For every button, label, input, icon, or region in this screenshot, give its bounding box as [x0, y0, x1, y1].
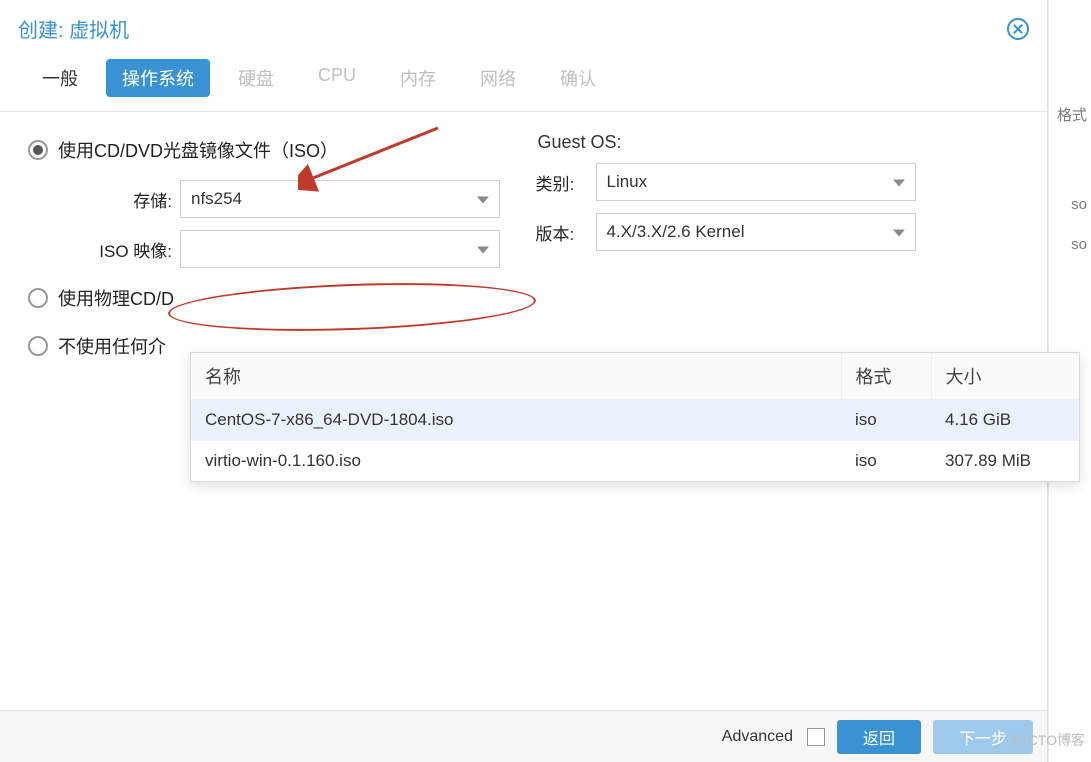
bg-text: 格式	[1057, 104, 1087, 125]
dialog-footer: Advanced 返回 下一步	[0, 710, 1047, 762]
iso-field-row: ISO 映像:	[28, 230, 512, 268]
dialog-header: 创建: 虚拟机	[0, 0, 1047, 53]
radio-use-none-label: 不使用任何介	[58, 333, 166, 359]
advanced-checkbox[interactable]	[807, 728, 825, 746]
radio-use-physical-row[interactable]: 使用物理CD/D	[28, 280, 512, 316]
iso-option-row[interactable]: virtio-win-0.1.160.iso iso 307.89 MiB	[191, 441, 1079, 482]
radio-icon[interactable]	[28, 336, 48, 356]
iso-dropdown-table: 名称 格式 大小 CentOS-7-x86_64-DVD-1804.iso is…	[191, 353, 1079, 481]
col-size: 大小	[931, 353, 1079, 400]
create-vm-dialog: 创建: 虚拟机 一般 操作系统 硬盘 CPU 内存 网络 确认 使用CD/DVD…	[0, 0, 1048, 762]
radio-icon[interactable]	[28, 140, 48, 160]
tab-memory[interactable]: 内存	[384, 59, 452, 97]
guest-version-value: 4.X/3.X/2.6 Kernel	[607, 222, 745, 242]
guest-type-value: Linux	[607, 172, 648, 192]
iso-option-name: virtio-win-0.1.160.iso	[191, 441, 841, 482]
guest-type-label: 类别:	[536, 170, 596, 195]
dialog-title: 创建: 虚拟机	[18, 14, 129, 43]
guest-version-combo[interactable]: 4.X/3.X/2.6 Kernel	[596, 213, 916, 251]
radio-use-iso-row[interactable]: 使用CD/DVD光盘镜像文件（ISO）	[28, 132, 512, 168]
chevron-down-icon	[893, 230, 905, 237]
tab-os[interactable]: 操作系统	[106, 59, 210, 97]
guest-type-combo[interactable]: Linux	[596, 163, 916, 201]
chevron-down-icon	[477, 247, 489, 254]
iso-combo[interactable]	[180, 230, 500, 268]
iso-label: ISO 映像:	[28, 237, 180, 262]
tab-general[interactable]: 一般	[26, 59, 94, 97]
wizard-tabs: 一般 操作系统 硬盘 CPU 内存 网络 确认	[0, 53, 1047, 112]
guest-version-label: 版本:	[536, 220, 596, 245]
radio-use-iso-label: 使用CD/DVD光盘镜像文件（ISO）	[58, 137, 338, 163]
close-icon[interactable]	[1007, 18, 1029, 40]
iso-option-size: 4.16 GiB	[931, 400, 1079, 441]
tab-network[interactable]: 网络	[464, 59, 532, 97]
col-name: 名称	[191, 353, 841, 400]
bg-text: so	[1071, 196, 1087, 213]
iso-option-format: iso	[841, 400, 931, 441]
storage-field-row: 存储: nfs254	[28, 180, 512, 218]
storage-label: 存储:	[28, 187, 180, 212]
iso-option-name: CentOS-7-x86_64-DVD-1804.iso	[191, 400, 841, 441]
watermark: 51CTO博客	[1012, 730, 1085, 750]
tab-cpu[interactable]: CPU	[302, 59, 372, 97]
chevron-down-icon	[477, 197, 489, 204]
iso-option-format: iso	[841, 441, 931, 482]
guest-os-title: Guest OS:	[536, 132, 1020, 153]
back-button[interactable]: 返回	[837, 720, 921, 754]
iso-dropdown[interactable]: 名称 格式 大小 CentOS-7-x86_64-DVD-1804.iso is…	[190, 352, 1080, 482]
advanced-label: Advanced	[722, 728, 793, 746]
col-format: 格式	[841, 353, 931, 400]
storage-combo[interactable]: nfs254	[180, 180, 500, 218]
guest-type-row: 类别: Linux	[536, 163, 1020, 201]
iso-option-row[interactable]: CentOS-7-x86_64-DVD-1804.iso iso 4.16 Gi…	[191, 400, 1079, 441]
tab-confirm[interactable]: 确认	[544, 59, 612, 97]
dialog-body: 使用CD/DVD光盘镜像文件（ISO） 存储: nfs254 ISO 映像: 使…	[0, 112, 1047, 710]
storage-value: nfs254	[191, 189, 242, 209]
radio-icon[interactable]	[28, 288, 48, 308]
tab-disk[interactable]: 硬盘	[222, 59, 290, 97]
bg-text: so	[1071, 236, 1087, 253]
iso-option-size: 307.89 MiB	[931, 441, 1079, 482]
guest-version-row: 版本: 4.X/3.X/2.6 Kernel	[536, 213, 1020, 251]
radio-use-physical-label: 使用物理CD/D	[58, 285, 174, 311]
chevron-down-icon	[893, 180, 905, 187]
